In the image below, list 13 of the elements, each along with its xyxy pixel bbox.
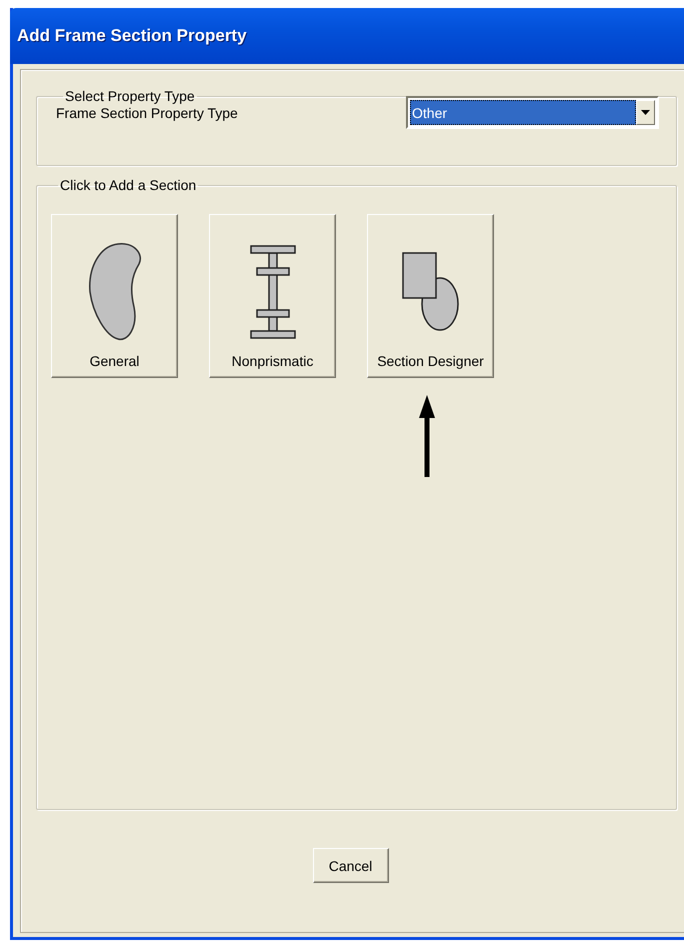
square-and-circle-icon: [402, 252, 460, 332]
section-button[interactable]: Section Designer: [367, 214, 494, 378]
field-label: Frame Section Property Type: [56, 104, 238, 120]
i-beam-icon: [250, 245, 296, 339]
cancel-button[interactable]: Cancel: [312, 848, 388, 883]
section-button[interactable]: Nonprismatic: [209, 214, 336, 378]
dropdown-value: Other: [410, 100, 636, 125]
window-title: Add Frame Section Property: [17, 26, 247, 46]
property-type-dropdown[interactable]: Other: [406, 96, 659, 129]
blob-shape-icon: [88, 242, 142, 342]
section-button[interactable]: General: [51, 214, 178, 378]
group-title: Select Property Type: [64, 88, 196, 104]
group-title: Click to Add a Section: [59, 177, 198, 193]
